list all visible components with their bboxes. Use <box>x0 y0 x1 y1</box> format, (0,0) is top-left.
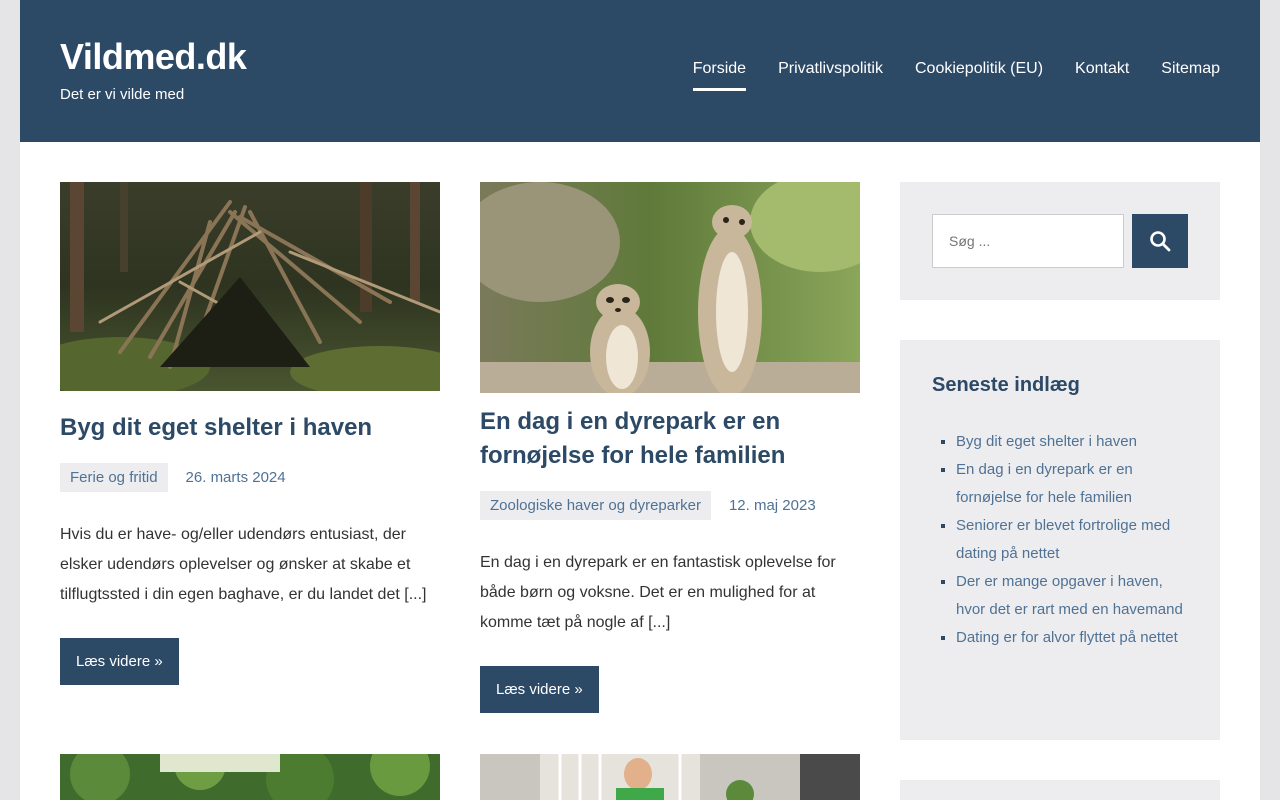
nav-item-kontakt[interactable]: Kontakt <box>1075 58 1129 91</box>
post-date-link[interactable]: 26. marts 2024 <box>186 469 286 486</box>
site-header: Vildmed.dk Det er vi vilde med Forside P… <box>20 0 1260 142</box>
post-date-link[interactable]: 12. maj 2023 <box>729 497 816 514</box>
garden-trees-image <box>60 754 440 800</box>
post-card: En dag i en dyrepark er en fornøjelse fo… <box>480 182 860 713</box>
nav-item-forside[interactable]: Forside <box>692 58 747 91</box>
post-card: Byg dit eget shelter i haven Ferie og fr… <box>60 182 440 685</box>
recent-post-link[interactable]: Seniorer er blevet fortrolige med dating… <box>956 517 1170 562</box>
recent-posts-list: Byg dit eget shelter i haven En dag i en… <box>956 428 1196 652</box>
post-thumbnail-gardener[interactable] <box>480 754 860 800</box>
recent-post-link[interactable]: En dag i en dyrepark er en fornøjelse fo… <box>956 461 1133 506</box>
recent-posts-widget: Seneste indlæg Byg dit eget shelter i ha… <box>900 340 1220 740</box>
recent-post-link[interactable]: Der er mange opgaver i haven, hvor det e… <box>956 573 1183 618</box>
search-widget <box>900 182 1220 300</box>
meerkats-image <box>480 182 860 393</box>
post-thumbnail-meerkats[interactable] <box>480 182 860 393</box>
list-item: Byg dit eget shelter i haven <box>956 428 1196 456</box>
search-button[interactable] <box>1132 214 1188 268</box>
site-description: Det er vi vilde med <box>60 86 185 103</box>
read-more-button[interactable]: Læs videre » <box>60 638 179 685</box>
post-meta: Ferie og fritid 26. marts 2024 <box>60 463 440 492</box>
nav-item-sitemap[interactable]: Sitemap <box>1161 58 1220 91</box>
post-excerpt: En dag i en dyrepark er en fantastisk op… <box>480 554 836 631</box>
post-excerpt: Hvis du er have- og/eller udendørs entus… <box>60 526 427 603</box>
page: Vildmed.dk Det er vi vilde med Forside P… <box>20 0 1260 800</box>
post-thumbnail-garden[interactable] <box>60 754 440 800</box>
list-item: Seniorer er blevet fortrolige med dating… <box>956 512 1196 568</box>
list-item: Dating er for alvor flyttet på nettet <box>956 624 1196 652</box>
gardener-image <box>480 754 860 800</box>
read-more-button[interactable]: Læs videre » <box>480 666 599 713</box>
main-navigation: Forside Privatlivspolitik Cookiepolitik … <box>692 58 1220 91</box>
list-item: Der er mange opgaver i haven, hvor det e… <box>956 568 1196 624</box>
recent-post-link[interactable]: Dating er for alvor flyttet på nettet <box>956 629 1178 646</box>
category-link[interactable]: Zoologiske haver og dyreparker <box>480 491 711 520</box>
post-title-link[interactable]: En dag i en dyrepark er en fornøjelse fo… <box>480 405 860 473</box>
post-meta: Zoologiske haver og dyreparker 12. maj 2… <box>480 491 860 520</box>
list-item: En dag i en dyrepark er en fornøjelse fo… <box>956 456 1196 512</box>
nav-item-cookiepolitik[interactable]: Cookiepolitik (EU) <box>915 58 1043 91</box>
forest-shelter-image <box>60 182 440 391</box>
widget-title: Seneste indlæg <box>932 374 1080 396</box>
site-title-link[interactable]: Vildmed.dk <box>60 36 247 78</box>
recent-post-link[interactable]: Byg dit eget shelter i haven <box>956 433 1137 450</box>
category-link[interactable]: Ferie og fritid <box>60 463 168 492</box>
sidebar-widget <box>900 780 1220 800</box>
post-title-link[interactable]: Byg dit eget shelter i haven <box>60 411 440 445</box>
post-thumbnail-shelter[interactable] <box>60 182 440 391</box>
nav-item-privatlivspolitik[interactable]: Privatlivspolitik <box>778 58 883 91</box>
search-icon <box>1150 231 1171 252</box>
search-input[interactable] <box>932 214 1124 268</box>
